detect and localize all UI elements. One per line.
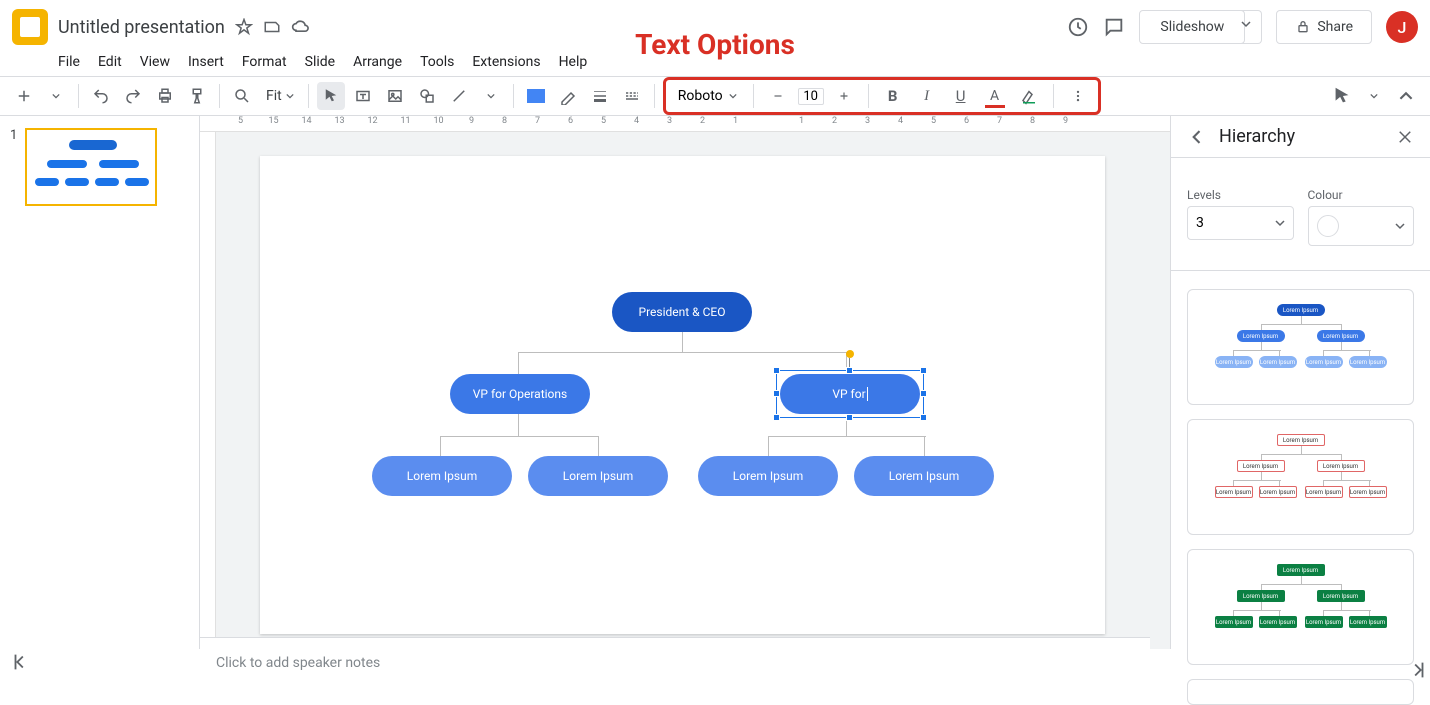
hierarchy-style-1[interactable]: Lorem Ipsum Lorem Ipsum Lorem Ipsum Lore… (1187, 289, 1414, 405)
menu-extensions[interactable]: Extensions (464, 50, 548, 74)
text-tools-group: Roboto B I U A (663, 77, 1101, 115)
select-tool[interactable] (317, 82, 345, 110)
slide-number: 1 (10, 128, 17, 206)
vertical-ruler (200, 132, 216, 649)
colour-select[interactable] (1308, 206, 1415, 246)
resize-handle-sw[interactable] (773, 414, 780, 421)
node-leaf-2[interactable]: Lorem Ipsum (528, 456, 668, 496)
image-tool[interactable] (381, 82, 409, 110)
filmstrip-collapse-icon[interactable] (10, 651, 32, 673)
hierarchy-panel: Hierarchy Levels 3 Colour (1170, 116, 1430, 649)
zoom-select[interactable]: Fit (260, 88, 300, 104)
resize-handle-nw[interactable] (773, 367, 780, 374)
font-decrease-button[interactable] (764, 82, 792, 110)
hierarchy-style-4[interactable]: Lorem Ipsum (1187, 679, 1414, 705)
resize-handle-n[interactable] (846, 367, 853, 374)
cloud-status-icon[interactable] (291, 17, 311, 37)
colour-label: Colour (1308, 188, 1415, 202)
shape-tool[interactable] (413, 82, 441, 110)
slide-canvas[interactable]: President & CEO VP for Operations VP for… (260, 156, 1105, 634)
colour-swatch (1317, 215, 1339, 237)
explore-collapse-icon[interactable] (1406, 659, 1428, 681)
menu-arrange[interactable]: Arrange (345, 50, 410, 74)
menu-file[interactable]: File (50, 50, 88, 74)
last-edit-icon[interactable] (1067, 16, 1089, 38)
border-color-button[interactable] (554, 82, 582, 110)
horizontal-ruler: 5151413121110987654321123456789 (200, 116, 1170, 132)
slideshow-button[interactable]: Slideshow (1139, 10, 1245, 44)
menu-format[interactable]: Format (234, 50, 295, 74)
speaker-notes[interactable]: Click to add speaker notes (200, 637, 1150, 687)
bold-button[interactable]: B (879, 82, 907, 110)
comments-icon[interactable] (1103, 16, 1125, 38)
redo-button[interactable] (119, 82, 147, 110)
mode-dropdown[interactable] (1360, 82, 1388, 110)
collapse-toolbar-button[interactable] (1392, 82, 1420, 110)
mode-toggle[interactable] (1328, 82, 1356, 110)
italic-button[interactable]: I (913, 82, 941, 110)
new-slide-button[interactable] (10, 82, 38, 110)
menu-help[interactable]: Help (551, 50, 596, 74)
panel-title: Hierarchy (1219, 126, 1295, 147)
font-size-input[interactable] (798, 88, 824, 105)
node-leaf-3[interactable]: Lorem Ipsum (698, 456, 838, 496)
line-dropdown[interactable] (477, 82, 505, 110)
slides-app-icon[interactable] (12, 9, 48, 45)
node-leaf-1[interactable]: Lorem Ipsum (372, 456, 512, 496)
page-heading: Text Options (635, 28, 795, 61)
textbox-tool[interactable] (349, 82, 377, 110)
new-slide-dropdown[interactable] (42, 82, 70, 110)
paint-format-button[interactable] (183, 82, 211, 110)
menu-insert[interactable]: Insert (180, 50, 232, 74)
share-button[interactable]: Share (1276, 10, 1372, 44)
menu-edit[interactable]: Edit (90, 50, 130, 74)
hierarchy-style-3[interactable]: Lorem Ipsum Lorem Ipsum Lorem Ipsum Lore… (1187, 549, 1414, 665)
levels-select[interactable]: 3 (1187, 206, 1294, 240)
star-icon[interactable] (235, 18, 253, 36)
fill-color-button[interactable] (522, 82, 550, 110)
menu-slide[interactable]: Slide (297, 50, 343, 74)
panel-back-icon[interactable] (1187, 127, 1207, 147)
border-weight-button[interactable] (586, 82, 614, 110)
node-leaf-4[interactable]: Lorem Ipsum (854, 456, 994, 496)
line-tool[interactable] (445, 82, 473, 110)
resize-handle-s[interactable] (846, 414, 853, 421)
levels-label: Levels (1187, 188, 1294, 202)
highlight-color-button[interactable] (1015, 82, 1043, 110)
slideshow-dropdown[interactable] (1231, 10, 1262, 44)
doc-name[interactable]: Untitled presentation (58, 17, 225, 38)
toolbar: Fit Roboto B I U A (0, 76, 1430, 116)
font-increase-button[interactable] (830, 82, 858, 110)
move-icon[interactable] (263, 18, 281, 36)
hierarchy-style-2[interactable]: Lorem Ipsum Lorem Ipsum Lorem Ipsum Lore… (1187, 419, 1414, 535)
more-tools-button[interactable] (1064, 82, 1092, 110)
node-vp1[interactable]: VP for Operations (450, 374, 590, 414)
menu-view[interactable]: View (132, 50, 178, 74)
account-avatar[interactable]: J (1386, 11, 1418, 43)
menu-tools[interactable]: Tools (412, 50, 462, 74)
rotate-handle[interactable] (846, 350, 854, 358)
filmstrip: 1 (0, 116, 200, 649)
border-dash-button[interactable] (618, 82, 646, 110)
canvas[interactable]: 5151413121110987654321123456789 Presiden… (200, 116, 1170, 649)
node-ceo[interactable]: President & CEO (612, 292, 752, 332)
resize-handle-w[interactable] (773, 390, 780, 397)
font-select[interactable]: Roboto (672, 88, 743, 104)
node-vp2-selected[interactable]: VP for (776, 370, 924, 418)
underline-button[interactable]: U (947, 82, 975, 110)
print-button[interactable] (151, 82, 179, 110)
text-color-button[interactable]: A (981, 82, 1009, 110)
zoom-icon[interactable] (228, 82, 256, 110)
panel-close-icon[interactable] (1396, 128, 1414, 146)
resize-handle-ne[interactable] (920, 367, 927, 374)
undo-button[interactable] (87, 82, 115, 110)
resize-handle-e[interactable] (920, 390, 927, 397)
slide-thumbnail-1[interactable] (25, 128, 157, 206)
resize-handle-se[interactable] (920, 414, 927, 421)
